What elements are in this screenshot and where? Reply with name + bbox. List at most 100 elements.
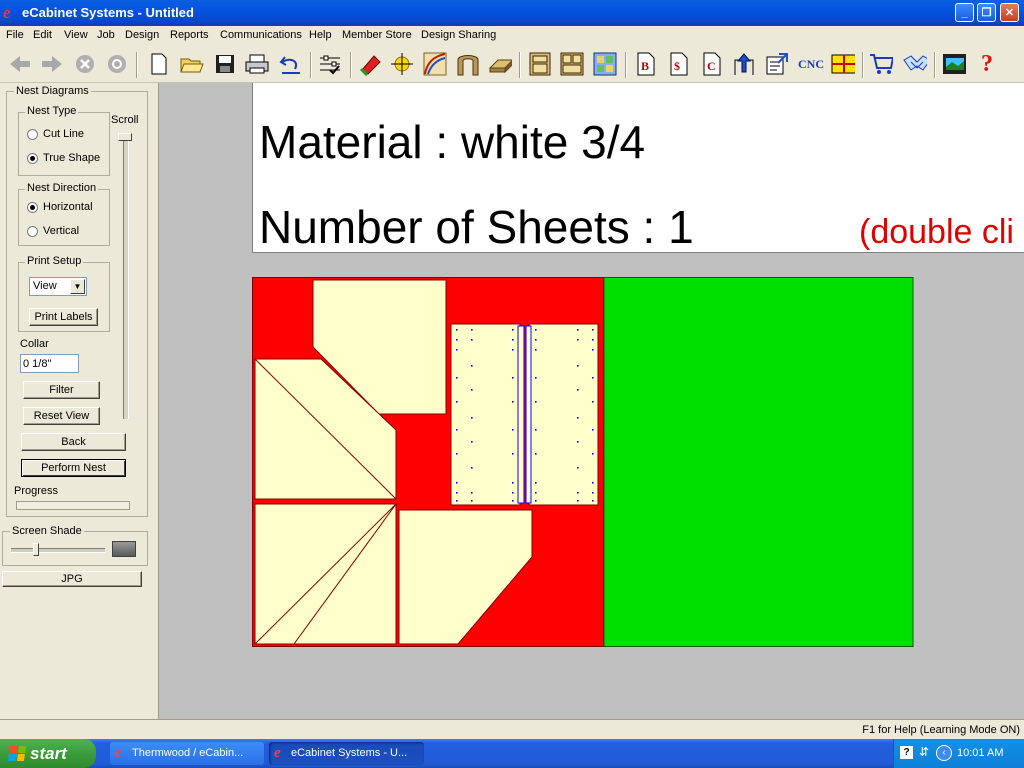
menu-help[interactable]: Help [309,29,332,41]
drill-hole [456,401,458,403]
drill-hole [456,329,458,331]
filter-button[interactable]: Filter [23,381,100,399]
radio-dot[interactable] [27,225,38,237]
taskbar-item-thermwood[interactable]: e Thermwood / eCabin... [110,742,264,765]
browser-icon: e [115,745,122,761]
nested-panel-left[interactable] [450,323,521,506]
radio-dot[interactable] [27,128,38,140]
forward-arrow-icon[interactable] [40,52,64,76]
reset-view-button[interactable]: Reset View [23,407,100,425]
collar-input[interactable] [20,354,79,373]
drill-hole [456,492,458,494]
perform-nest-button[interactable]: Perform Nest [21,459,126,477]
expand-tray-icon[interactable]: ‹ [936,745,952,761]
nest-type-true-shape-radio[interactable]: True Shape [27,152,100,164]
radio-dot-selected[interactable] [27,201,38,213]
drill-hole [535,453,537,455]
snap-point-icon[interactable] [390,52,414,76]
drill-hole [512,339,514,341]
print-setup-select[interactable]: View ▼ [29,277,87,296]
nest-direction-horizontal-radio[interactable]: Horizontal [27,201,93,213]
nest-type-cut-line-radio[interactable]: Cut Line [27,128,84,140]
network-tray-icon[interactable]: ⇵ [919,745,929,759]
cabinet-base-icon[interactable] [528,52,552,76]
chevron-down-icon[interactable]: ▼ [70,279,85,294]
drill-hole [512,377,514,379]
nest-diagrams-panel: Nest Diagrams Nest Type Cut Line True Sh… [0,83,159,719]
drill-hole [577,467,579,469]
menu-edit[interactable]: Edit [33,29,52,41]
texture-grid-icon[interactable] [593,52,617,76]
upload-icon[interactable] [732,52,756,76]
toolbar: B $ C CNC ? [0,46,1024,83]
print-icon[interactable] [245,52,269,76]
back-arrow-icon[interactable] [8,52,32,76]
svg-text:$: $ [674,59,680,73]
start-button[interactable]: start [0,739,96,768]
minimize-button[interactable]: _ [955,3,974,22]
menu-design[interactable]: Design [125,29,159,41]
drill-hole [471,329,473,331]
menu-file[interactable]: File [6,29,24,41]
menu-member-store[interactable]: Member Store [342,29,412,41]
undo-icon[interactable] [279,52,303,76]
app-logo-icon: e [3,3,11,22]
taskbar-item-label: Thermwood / eCabin... [132,747,244,759]
report-cost-icon[interactable]: $ [667,52,691,76]
open-folder-icon[interactable] [180,52,204,76]
handshake-icon[interactable] [903,52,927,76]
save-disk-icon[interactable] [213,52,237,76]
shade-preview-swatch[interactable] [112,541,136,557]
video-icon[interactable] [942,52,966,76]
settings-checklist-icon[interactable] [318,52,342,76]
jpg-button[interactable]: JPG [2,571,142,587]
shopping-cart-icon[interactable] [869,52,893,76]
export-form-icon[interactable] [765,52,789,76]
layout-icon[interactable] [831,52,855,76]
panel-3d-icon[interactable] [488,52,512,76]
new-file-icon[interactable] [147,52,171,76]
drill-hole [535,329,537,331]
report-b-icon[interactable]: B [634,52,658,76]
close-button[interactable]: ✕ [1000,3,1019,22]
svg-text:B: B [641,59,649,73]
menu-design-sharing[interactable]: Design Sharing [421,29,496,41]
drill-hole [592,492,594,494]
title-bar: e eCabinet Systems - Untitled _ ❐ ✕ [0,0,1024,26]
screen-shade-slider-thumb[interactable] [33,543,39,556]
radio-dot-selected[interactable] [27,152,38,164]
panel-pair[interactable] [450,323,599,506]
arch-icon[interactable] [456,52,480,76]
maximize-button[interactable]: ❐ [977,3,996,22]
screen-shade-slider[interactable] [11,543,105,556]
scroll-track[interactable] [123,133,129,419]
nest-sheet-diagram[interactable] [252,277,914,648]
sheet-info-panel[interactable]: Material : white 3/4 Number of Sheets : … [252,83,1024,253]
drill-hole [471,500,473,502]
cnc-text-icon[interactable]: CNC [798,52,824,76]
curve-tool-icon[interactable] [423,52,447,76]
nested-panel-right[interactable] [528,323,599,506]
nest-direction-vertical-radio[interactable]: Vertical [27,225,79,237]
print-labels-button[interactable]: Print Labels [29,308,98,326]
drill-hole [577,365,579,367]
help-question-icon[interactable]: ? [975,51,999,77]
taskbar-item-ecabinet[interactable]: e eCabinet Systems - U... [269,742,424,765]
drill-hole [535,349,537,351]
menu-job[interactable]: Job [97,29,115,41]
drill-hole [535,339,537,341]
measure-tape-icon[interactable] [358,52,382,76]
nest-diagram-canvas[interactable]: Material : white 3/4 Number of Sheets : … [159,83,1024,719]
cabinet-wall-icon[interactable] [560,52,584,76]
menu-view[interactable]: View [64,29,88,41]
scroll-thumb[interactable] [118,133,132,141]
back-button[interactable]: Back [21,433,126,451]
stop-icon[interactable] [73,52,97,76]
report-c-icon[interactable]: C [700,52,724,76]
drill-hole [512,492,514,494]
help-tray-icon[interactable]: ? [900,746,913,759]
menu-reports[interactable]: Reports [170,29,209,41]
refresh-icon[interactable] [105,52,129,76]
drill-hole [471,467,473,469]
menu-communications[interactable]: Communications [220,29,302,41]
